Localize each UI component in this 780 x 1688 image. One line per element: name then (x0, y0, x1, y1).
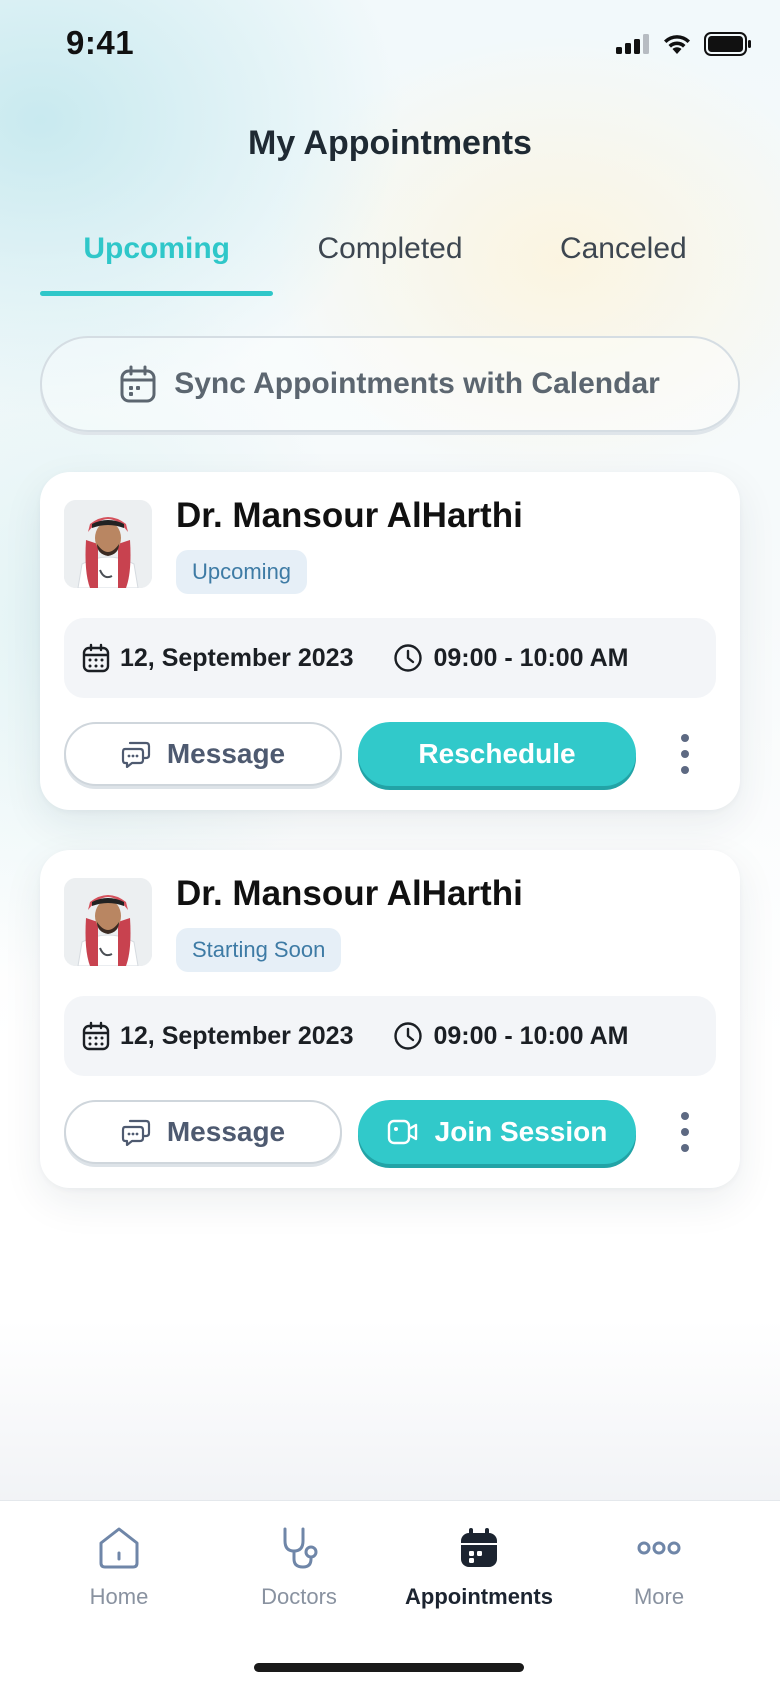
status-badge: Starting Soon (176, 928, 342, 972)
nav-label-more: More (633, 1584, 685, 1609)
nav-item-appointments[interactable]: Appointments (389, 1525, 569, 1610)
time-info: 09:00 - 10:00 AM (393, 643, 628, 673)
tab-upcoming[interactable]: Upcoming (40, 228, 274, 296)
home-indicator (254, 1663, 524, 1672)
home-icon (99, 1527, 139, 1569)
appointment-time: 09:00 - 10:00 AM (433, 1021, 629, 1050)
more-options-button[interactable] (670, 1108, 700, 1156)
calendar-icon (82, 643, 110, 673)
dot (681, 766, 689, 774)
page-title: My Appointments (248, 124, 532, 162)
clock-icon (394, 1022, 423, 1050)
date-info: 12, September 2023 (82, 1021, 353, 1051)
calendar-icon (461, 1528, 497, 1567)
doctor-name: Dr. Mansour AlHarthi (176, 874, 523, 913)
nav-item-more[interactable]: More (569, 1525, 749, 1610)
battery-icon (704, 32, 751, 56)
doctor-avatar (64, 878, 152, 966)
status-icons (616, 32, 752, 56)
clock-icon (394, 644, 423, 672)
status-time: 9:41 (66, 24, 135, 61)
sync-calendar-button[interactable]: Sync Appointments with Calendar (40, 336, 740, 432)
cellular-signal-icon (616, 34, 649, 54)
join-session-button-label: Join Session (434, 1116, 608, 1147)
message-button-label: Message (166, 1116, 286, 1147)
appointment-date: 12, September 2023 (120, 1021, 354, 1050)
message-button[interactable]: Message (64, 1100, 342, 1164)
appointment-tabs: Upcoming Completed Canceled (40, 228, 740, 296)
nav-label-doctors: Doctors (261, 1584, 337, 1609)
appointment-datetime: 12, September 2023 09:00 - 10:00 AM (64, 996, 716, 1076)
nav-item-home[interactable]: Home (29, 1525, 209, 1610)
appointment-card[interactable]: Dr. Mansour AlHarthi Upcoming 12, Septem… (40, 472, 740, 810)
nav-label-appointments: Appointments (405, 1584, 553, 1609)
message-button[interactable]: Message (64, 722, 342, 786)
chat-bubbles-icon (121, 741, 150, 768)
tab-completed[interactable]: Completed (273, 228, 506, 296)
message-button-label: Message (166, 738, 286, 769)
dot (681, 1128, 689, 1136)
chat-bubbles-icon (121, 1119, 150, 1146)
status-badge: Upcoming (176, 550, 308, 594)
nav-item-doctors[interactable]: Doctors (209, 1525, 389, 1610)
more-options-button[interactable] (670, 730, 700, 778)
more-icon (637, 1541, 681, 1555)
tab-canceled[interactable]: Canceled (507, 228, 740, 296)
wifi-icon (664, 35, 690, 54)
nav-label-home: Home (89, 1584, 149, 1609)
dot (681, 750, 689, 758)
join-session-button[interactable]: Join Session (358, 1100, 636, 1164)
date-info: 12, September 2023 (82, 643, 353, 673)
sync-calendar-label: Sync Appointments with Calendar (174, 367, 660, 400)
reschedule-button-label: Reschedule (418, 738, 576, 769)
appointment-datetime: 12, September 2023 09:00 - 10:00 AM (64, 618, 716, 698)
calendar-icon (120, 365, 156, 403)
video-icon (387, 1119, 417, 1145)
card-actions: Message Join Session (64, 1100, 716, 1164)
appointment-card[interactable]: Dr. Mansour AlHarthi Starting Soon 12, S… (40, 850, 740, 1188)
time-info: 09:00 - 10:00 AM (393, 1021, 628, 1051)
doctor-name: Dr. Mansour AlHarthi (176, 496, 523, 535)
dot (681, 1112, 689, 1120)
stethoscope-icon (283, 1527, 318, 1569)
card-actions: Message Reschedule (64, 722, 716, 786)
doctor-avatar (64, 500, 152, 588)
dot (681, 734, 689, 742)
dot (681, 1144, 689, 1152)
reschedule-button[interactable]: Reschedule (358, 722, 636, 786)
bottom-nav: Home Doctors Appointments More (0, 1500, 780, 1688)
appointment-date: 12, September 2023 (120, 643, 354, 672)
calendar-icon (82, 1021, 110, 1051)
background-fade (0, 1320, 780, 1500)
appointment-time: 09:00 - 10:00 AM (433, 643, 629, 672)
